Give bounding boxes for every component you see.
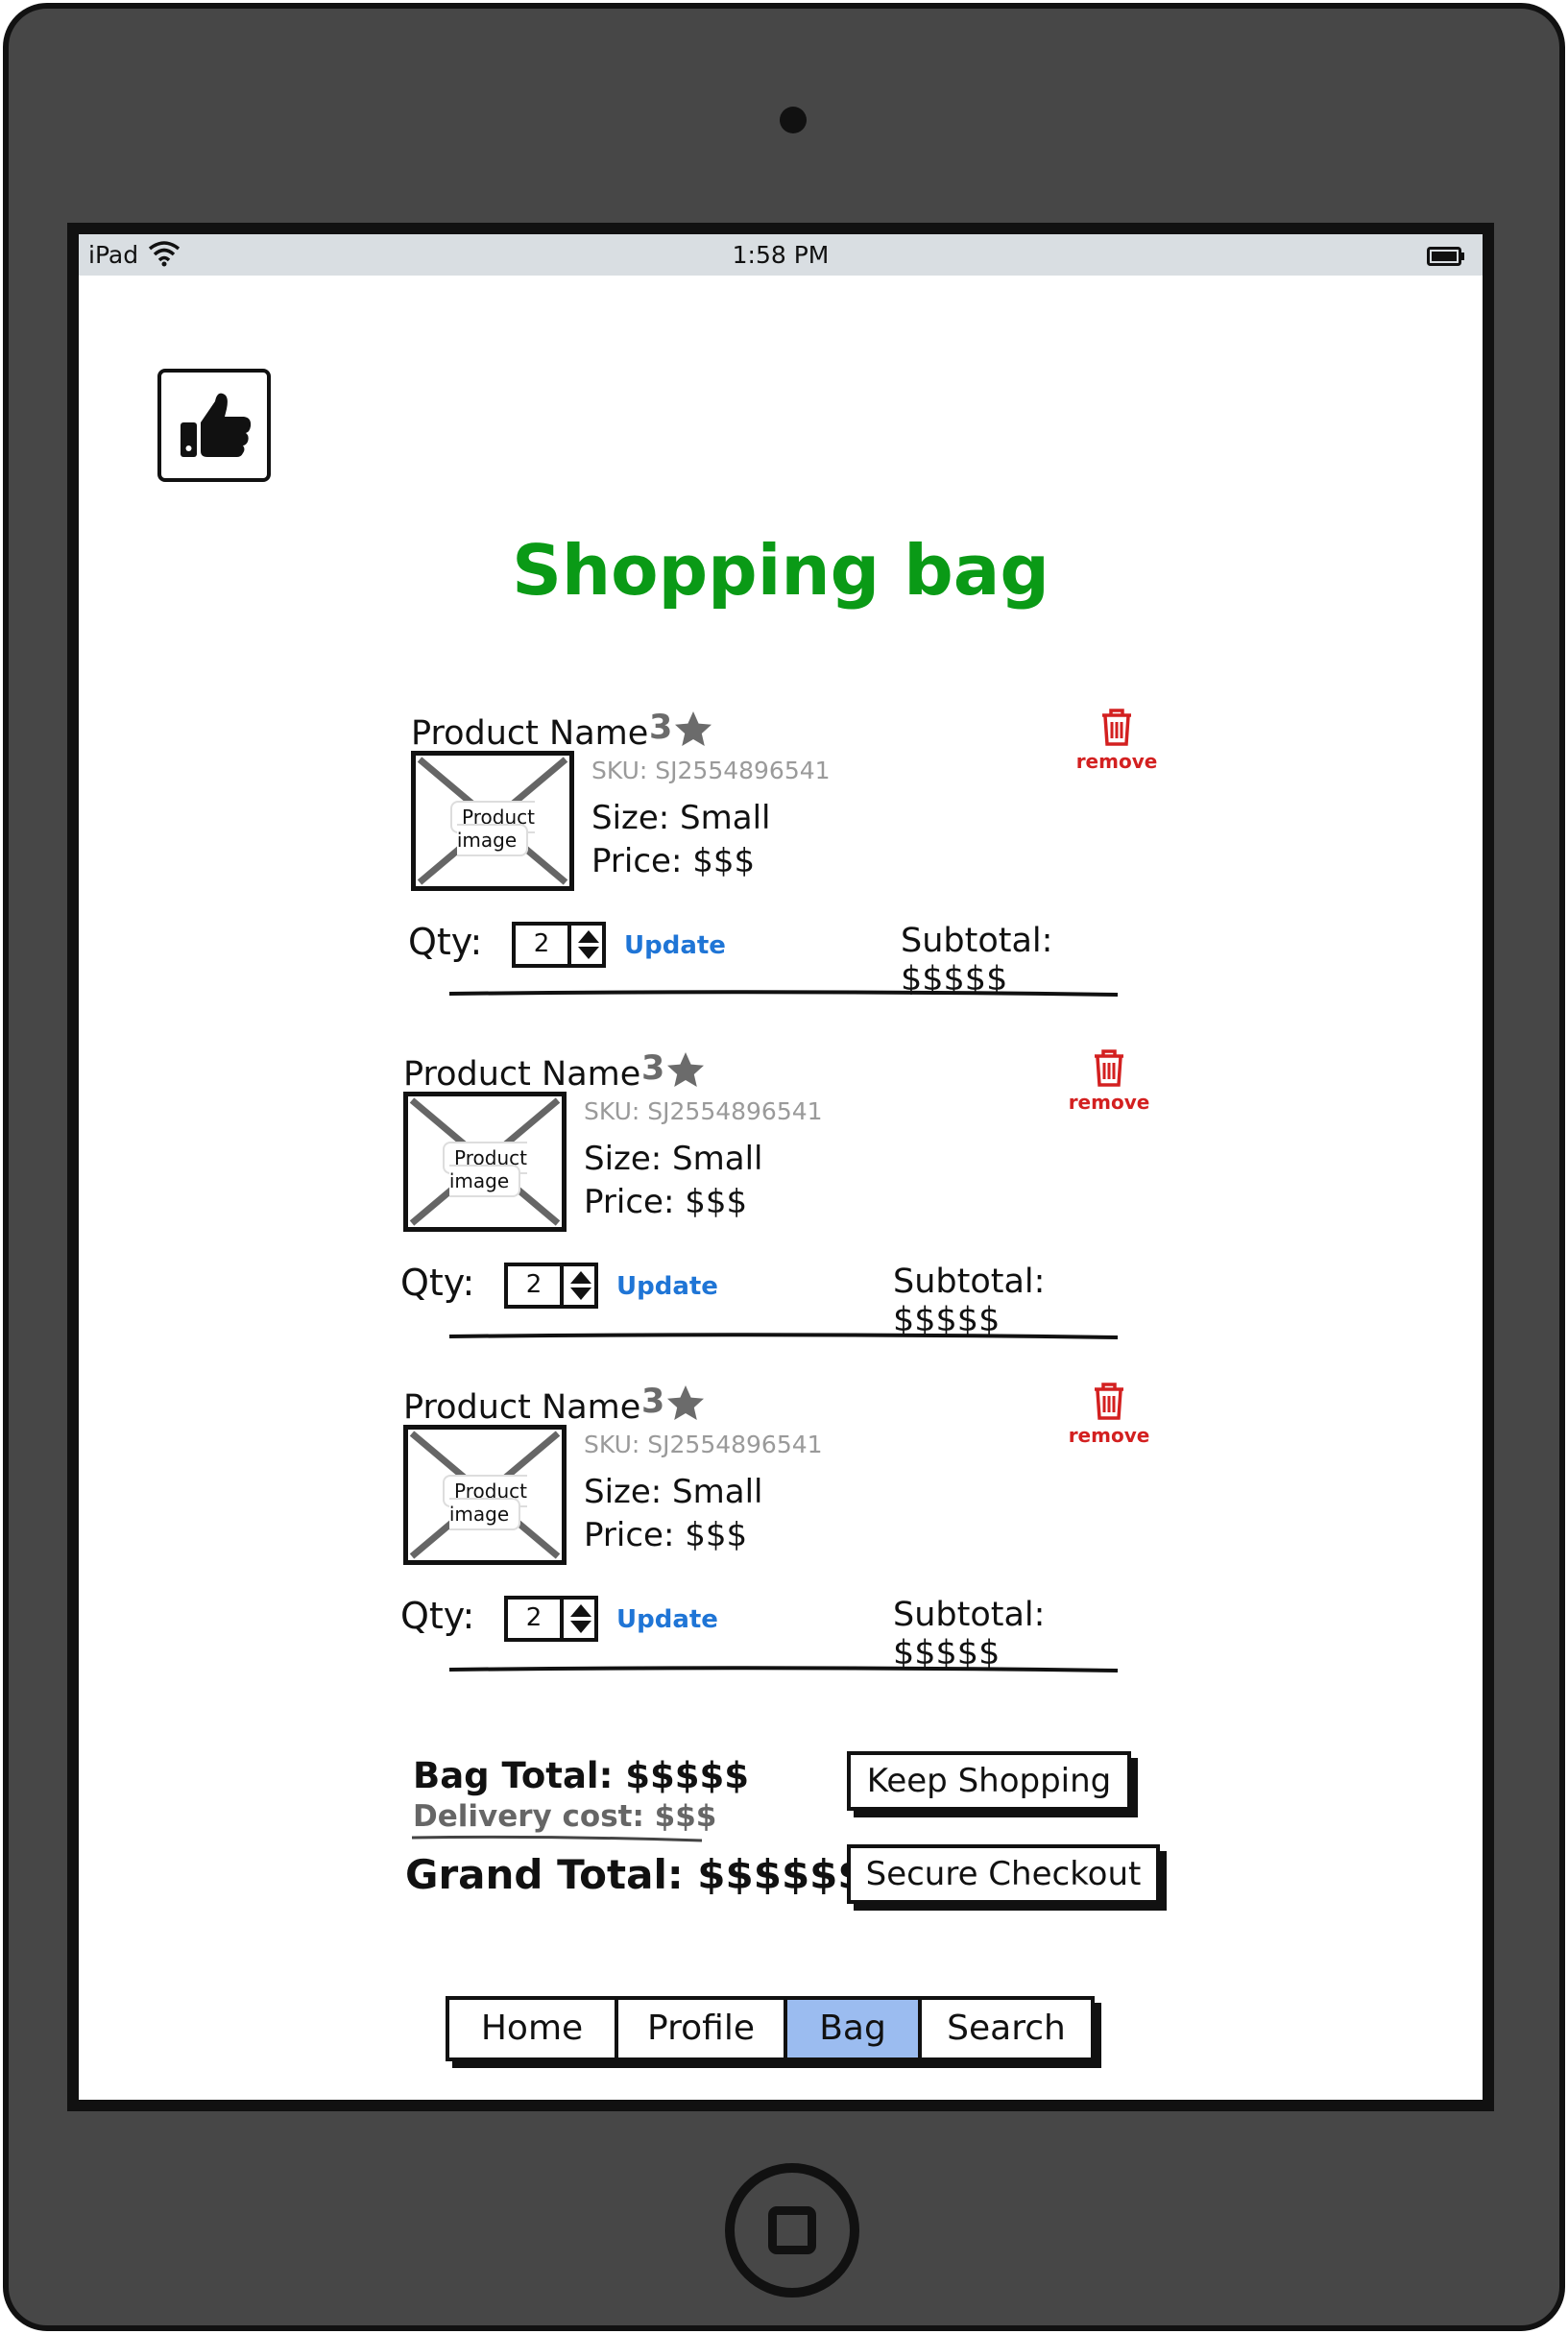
- product-price: Price: $$$: [584, 1183, 748, 1221]
- quantity-stepper[interactable]: 2: [512, 922, 606, 968]
- page-title: Shopping bag: [512, 530, 1049, 611]
- secure-checkout-button[interactable]: Secure Checkout: [847, 1844, 1160, 1904]
- item-subtotal: Subtotal: $$$$$: [893, 1263, 1046, 1339]
- qty-label: Qty:: [400, 1595, 475, 1637]
- remove-button[interactable]: remove: [1066, 1382, 1152, 1447]
- product-sku: SKU: SJ2554896541: [591, 757, 831, 784]
- remove-label: remove: [1075, 750, 1158, 773]
- grand-total: Grand Total: $$$$$$: [405, 1851, 866, 1898]
- product-price: Price: $$$: [591, 842, 756, 880]
- home-button-square-icon: [768, 2206, 816, 2254]
- hardware-home-button[interactable]: [725, 2163, 859, 2298]
- remove-label: remove: [1068, 1424, 1150, 1447]
- quantity-value: 2: [525, 1270, 543, 1299]
- remove-button[interactable]: remove: [1066, 1048, 1152, 1114]
- bag-item: Product Name 3 remove Product image SKU:…: [400, 1383, 1162, 1696]
- product-image-label: Product image: [443, 1475, 527, 1530]
- product-rating: 3: [641, 1049, 705, 1088]
- product-image: Product image: [411, 751, 574, 891]
- item-divider: [448, 990, 1119, 997]
- product-name: Product Name: [403, 1388, 641, 1427]
- product-rating: 3: [641, 1383, 705, 1421]
- product-image-label: Product image: [450, 801, 535, 856]
- tab-home[interactable]: Home: [449, 2000, 615, 2057]
- rating-value: 3: [641, 1383, 665, 1421]
- thumbs-up-icon: [181, 393, 252, 457]
- star-icon: [675, 711, 712, 746]
- qty-label: Qty:: [408, 921, 483, 963]
- update-link[interactable]: Update: [616, 1272, 718, 1301]
- product-sku: SKU: SJ2554896541: [584, 1097, 823, 1125]
- tab-search[interactable]: Search: [918, 2000, 1091, 2057]
- item-divider: [448, 1666, 1119, 1672]
- item-divider: [448, 1333, 1119, 1339]
- product-image: Product image: [403, 1425, 567, 1565]
- trash-icon: [1095, 1049, 1123, 1087]
- update-link[interactable]: Update: [616, 1605, 718, 1634]
- item-subtotal: Subtotal: $$$$$: [901, 922, 1053, 999]
- status-time: 1:58 PM: [732, 241, 830, 269]
- quantity-stepper[interactable]: 2: [504, 1596, 598, 1642]
- stepper-arrows-icon[interactable]: [560, 1266, 598, 1305]
- remove-button[interactable]: remove: [1073, 708, 1160, 773]
- product-name: Product Name: [403, 1055, 641, 1094]
- trash-icon: [1102, 709, 1131, 746]
- quantity-value: 2: [533, 929, 550, 958]
- camera: [780, 107, 807, 133]
- quantity-stepper[interactable]: 2: [504, 1263, 598, 1309]
- update-link[interactable]: Update: [624, 931, 726, 960]
- product-name: Product Name: [411, 714, 649, 753]
- product-rating: 3: [649, 709, 712, 747]
- like-button[interactable]: [157, 369, 271, 482]
- product-image: Product image: [403, 1092, 567, 1232]
- qty-label: Qty:: [400, 1262, 475, 1304]
- stepper-arrows-icon[interactable]: [560, 1600, 598, 1638]
- keep-shopping-button[interactable]: Keep Shopping: [847, 1751, 1131, 1811]
- rating-value: 3: [649, 709, 673, 747]
- tab-profile[interactable]: Profile: [615, 2000, 784, 2057]
- delivery-underline: [411, 1835, 703, 1842]
- bag-total: Bag Total: $$$$$: [413, 1755, 750, 1796]
- tab-bag[interactable]: Bag: [784, 2000, 918, 2057]
- app-content: iPad 1:58 PM Shopping bag Product Name 3: [79, 234, 1483, 2100]
- star-icon: [667, 1385, 705, 1420]
- bottom-tab-bar: Home Profile Bag Search: [446, 1996, 1095, 2061]
- star-icon: [667, 1052, 705, 1087]
- bag-item: Product Name 3 remove Product image SKU:…: [408, 709, 1170, 1022]
- stepper-arrows-icon[interactable]: [567, 926, 606, 964]
- status-bar: iPad 1:58 PM: [79, 234, 1483, 276]
- rating-value: 3: [641, 1049, 665, 1088]
- trash-icon: [1095, 1383, 1123, 1420]
- product-size: Size: Small: [584, 1140, 763, 1178]
- item-subtotal: Subtotal: $$$$$: [893, 1596, 1046, 1672]
- product-size: Size: Small: [584, 1473, 763, 1511]
- bag-item: Product Name 3 remove Product image SKU:…: [400, 1049, 1162, 1362]
- delivery-cost: Delivery cost: $$$: [413, 1799, 717, 1834]
- product-sku: SKU: SJ2554896541: [584, 1431, 823, 1458]
- product-price: Price: $$$: [584, 1516, 748, 1554]
- product-image-label: Product image: [443, 1142, 527, 1197]
- product-size: Size: Small: [591, 799, 771, 837]
- quantity-value: 2: [525, 1603, 543, 1632]
- remove-label: remove: [1068, 1091, 1150, 1114]
- battery-icon: [1427, 247, 1464, 266]
